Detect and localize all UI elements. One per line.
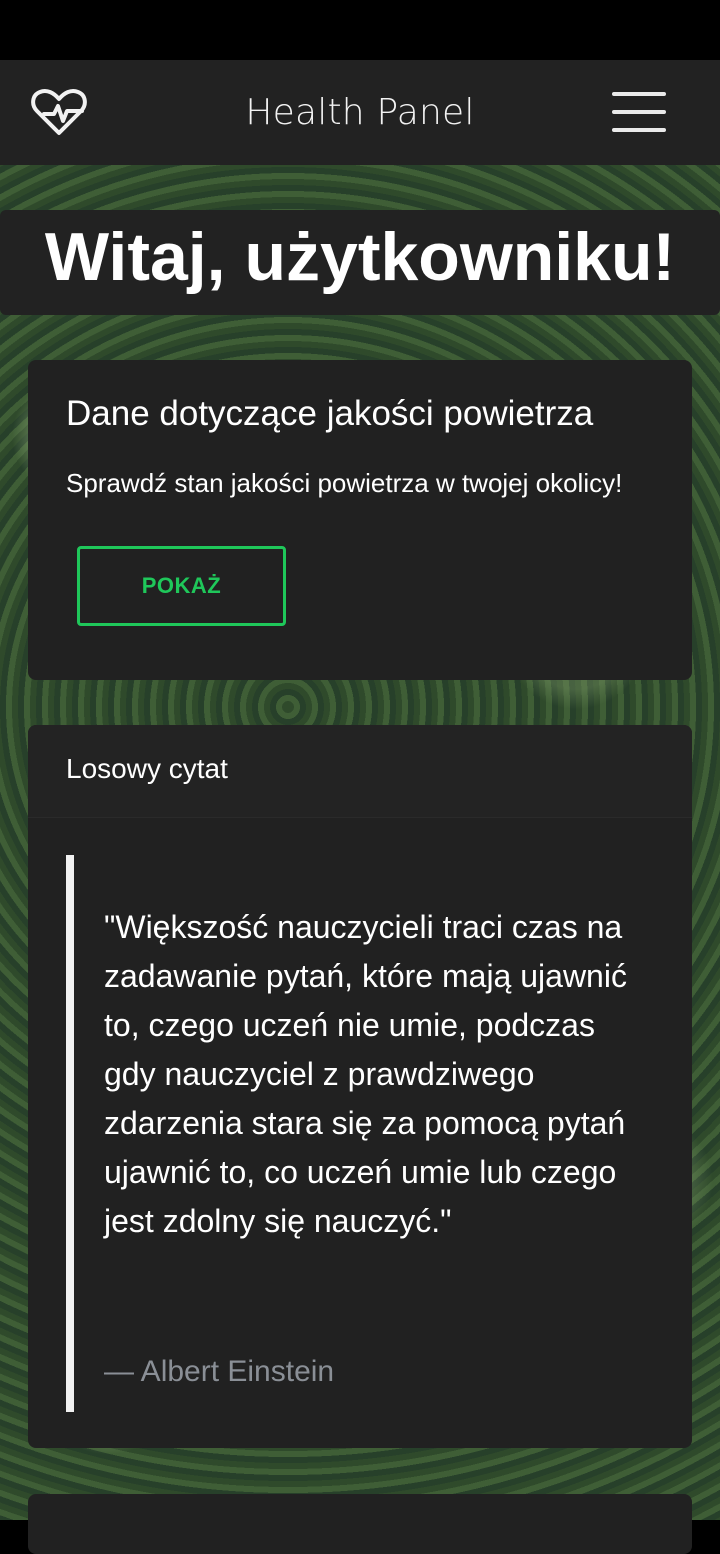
show-air-quality-button[interactable]: POKAŻ (77, 546, 286, 626)
menu-line (612, 110, 666, 114)
air-quality-card: Dane dotyczące jakości powietrza Sprawdź… (28, 360, 692, 680)
status-bar (0, 0, 720, 60)
air-quality-description: Sprawdź stan jakości powietrza w twojej … (66, 468, 623, 498)
blockquote-border (66, 855, 74, 1412)
menu-line (612, 128, 666, 132)
quote-card: Losowy cytat "Większość nauczycieli trac… (28, 725, 692, 1448)
quote-card-title: Losowy cytat (66, 753, 228, 784)
air-quality-title: Dane dotyczące jakości powietrza (66, 394, 594, 433)
next-card (28, 1494, 692, 1554)
navbar: Health Panel (0, 60, 720, 165)
welcome-heading: Witaj, użytkowniku! (0, 210, 720, 315)
quote-author: — Albert Einstein (104, 1355, 335, 1388)
quote-card-header: Losowy cytat (28, 725, 692, 818)
hamburger-menu-icon[interactable] (612, 92, 666, 132)
menu-line (612, 92, 666, 96)
quote-text: "Większość nauczycieli traci czas na zad… (104, 909, 627, 1239)
